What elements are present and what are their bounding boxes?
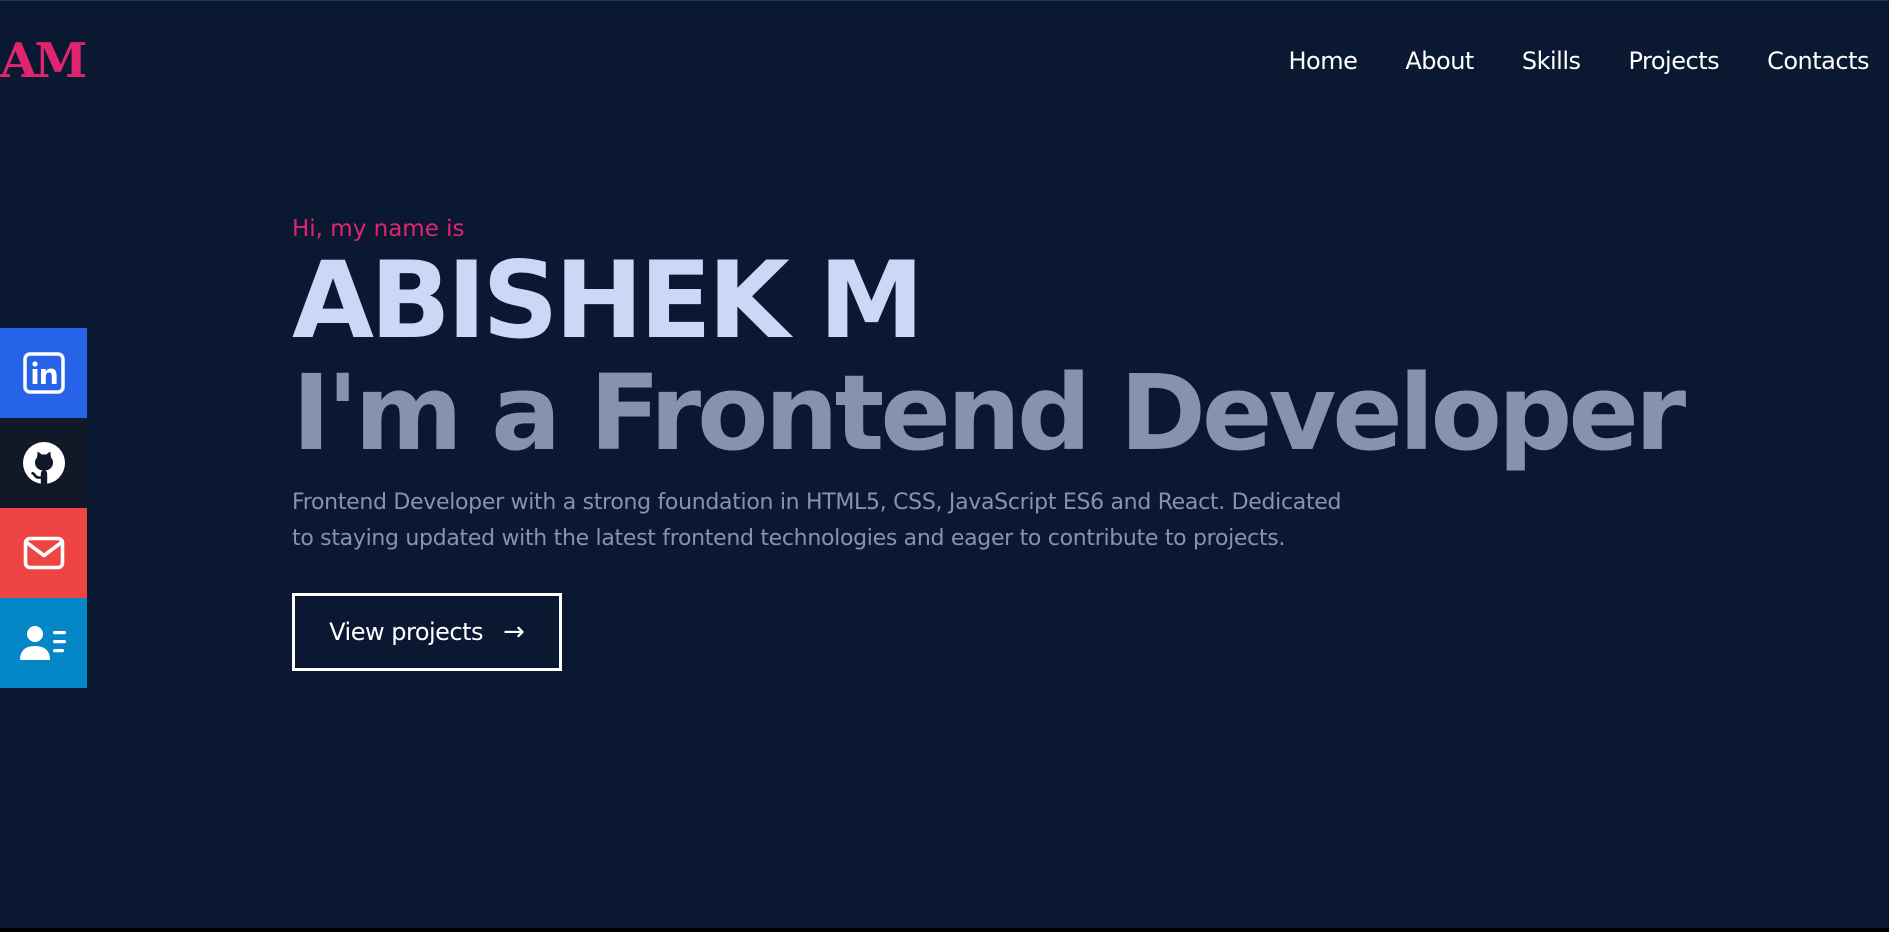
- hero-role: I'm a Frontend Developer: [292, 352, 1686, 474]
- logo[interactable]: AM: [0, 33, 87, 89]
- page: AM Home About Skills Projects Contacts H…: [0, 0, 1889, 928]
- github-icon: [22, 442, 65, 484]
- nav-home[interactable]: Home: [1289, 45, 1358, 77]
- view-projects-label: View projects: [329, 618, 484, 646]
- mail-icon: [23, 536, 64, 570]
- nav-about[interactable]: About: [1405, 45, 1474, 77]
- email-link[interactable]: [0, 508, 87, 598]
- nav-skills[interactable]: Skills: [1522, 45, 1581, 77]
- social-links: [0, 328, 87, 688]
- hero-section: Hi, my name is ABISHEK M I'm a Frontend …: [292, 213, 1686, 671]
- hero-description: Frontend Developer with a strong foundat…: [292, 490, 1342, 551]
- resume-icon: [19, 626, 66, 660]
- nav-projects[interactable]: Projects: [1628, 45, 1719, 77]
- linkedin-link[interactable]: [0, 328, 87, 418]
- main-nav: Home About Skills Projects Contacts: [1289, 45, 1870, 77]
- linkedin-icon: [22, 352, 65, 394]
- nav-contacts[interactable]: Contacts: [1767, 45, 1869, 77]
- github-link[interactable]: [0, 418, 87, 508]
- arrow-right-icon: →: [503, 617, 525, 647]
- hero-name: ABISHEK M: [292, 239, 924, 362]
- view-projects-button[interactable]: View projects →: [292, 593, 562, 671]
- resume-link[interactable]: [0, 598, 87, 688]
